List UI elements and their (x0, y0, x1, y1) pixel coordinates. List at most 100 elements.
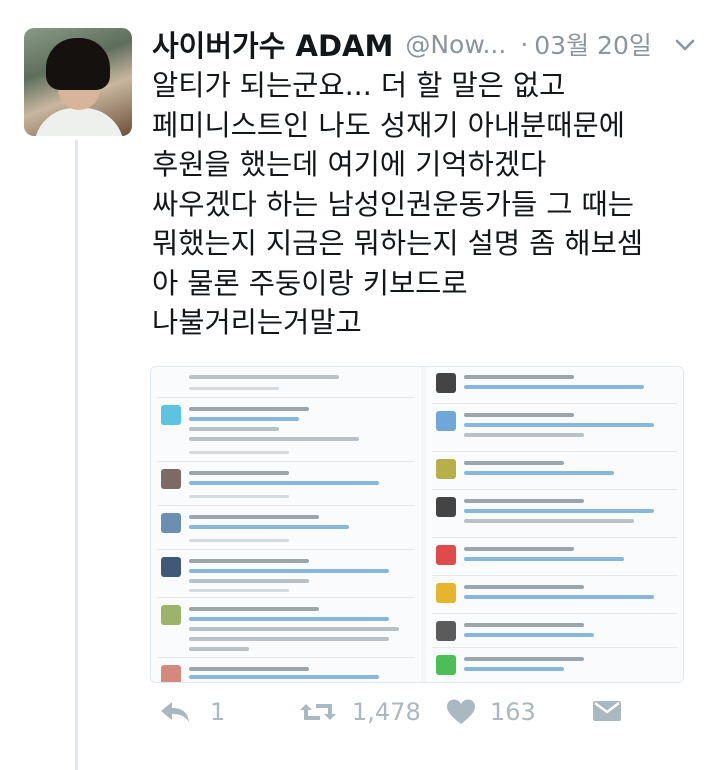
direct-message-button[interactable] (592, 698, 622, 724)
blurred-mention (464, 471, 614, 475)
blurred-name (464, 413, 574, 417)
avatar-shirt (34, 108, 124, 136)
chevron-down-icon[interactable] (674, 34, 696, 56)
blurred-avatar (436, 459, 456, 479)
avatar-hair (46, 38, 110, 90)
blurred-text (189, 375, 339, 379)
blurred-mention (464, 385, 644, 389)
screenshot-tweet-card (432, 579, 677, 614)
screenshot-tweet-card (432, 407, 677, 452)
blurred-mention (189, 569, 389, 573)
blurred-icons (189, 589, 289, 592)
like-button[interactable]: 163 (446, 698, 536, 726)
blurred-name (189, 407, 309, 411)
retweet-icon (300, 704, 336, 720)
blurred-mention (464, 667, 564, 671)
display-name[interactable]: 사이버가수 ADAM (152, 23, 393, 65)
blurred-mention (464, 633, 594, 637)
blurred-name (189, 559, 309, 563)
user-handle[interactable]: @Now... (405, 30, 506, 59)
blurred-text (464, 433, 584, 437)
blurred-text (189, 427, 279, 431)
screenshot-tweet-card (157, 401, 415, 462)
thread-line (75, 140, 78, 770)
screenshot-tweet-card (432, 651, 677, 681)
screenshot-tweet-card (157, 601, 415, 658)
blurred-avatar (161, 405, 181, 425)
blurred-avatar (436, 373, 456, 393)
tweet-header: 사이버가수 ADAM @Now... · 03월 20일 (152, 23, 712, 65)
screenshot-tweet-card (432, 541, 677, 576)
blurred-avatar (436, 545, 456, 565)
tweet-date[interactable]: 03월 20일 (534, 26, 652, 62)
screenshot-tweet-card (432, 369, 677, 404)
screenshot-tweet-card (432, 493, 677, 538)
separator: · (520, 29, 529, 59)
blurred-icons (189, 451, 289, 454)
blurred-name (189, 471, 289, 475)
heart-icon (447, 699, 475, 724)
blurred-avatar (161, 665, 181, 682)
blurred-text (189, 437, 359, 441)
blurred-name (464, 547, 574, 551)
avatar[interactable] (24, 28, 132, 136)
blurred-avatar (161, 557, 181, 577)
tweet-line: 뭐했는지 지금은 뭐하는지 설명 좀 해보셈 (152, 227, 644, 260)
blurred-text (189, 647, 249, 651)
blurred-avatar (161, 469, 181, 489)
blurred-mention (189, 617, 389, 621)
tweet-line: 아 물론 주둥이랑 키보드로 (152, 266, 468, 300)
screenshot-tweet-card (157, 367, 415, 398)
blurred-name (189, 667, 309, 671)
blurred-icons (189, 539, 289, 542)
blurred-avatar (436, 583, 456, 603)
tweet-line: 알티가 되는군요... 더 할 말은 없고 (152, 69, 566, 102)
blurred-text (189, 627, 399, 631)
blurred-text (189, 637, 389, 641)
screenshot-tweet-card (157, 553, 415, 598)
message-icon (593, 701, 621, 721)
reply-button[interactable]: 1 (158, 698, 225, 726)
reply-icon (161, 702, 189, 722)
blurred-mention (464, 557, 624, 561)
blurred-name (464, 657, 584, 661)
tweet-actions: 1 1,478 163 (150, 698, 710, 738)
screenshot-right-column (426, 367, 683, 682)
blurred-name (464, 623, 584, 627)
retweet-button[interactable]: 1,478 (298, 698, 421, 726)
blurred-avatar (161, 605, 181, 625)
blurred-icons (189, 387, 279, 390)
screenshot-tweet-card (157, 509, 415, 550)
blurred-avatar (436, 655, 456, 675)
blurred-text (189, 579, 309, 583)
screenshot-tweet-card (432, 617, 677, 648)
tweet-line: 후원을 했는데 여기에 기억하겠다 (152, 148, 547, 181)
blurred-avatar (436, 411, 456, 431)
blurred-name (464, 375, 574, 379)
blurred-mention (464, 509, 654, 513)
blurred-name (189, 607, 319, 611)
tweet-line: 싸우겠다 하는 남성인권운동가들 그 때는 (152, 187, 634, 221)
blurred-text (464, 519, 634, 523)
tweet-text: 알티가 되는군요... 더 할 말은 없고 페미니스트인 나도 성재기 아내분때… (152, 66, 712, 343)
screenshot-left-column (151, 367, 421, 682)
reply-count: 1 (210, 698, 226, 726)
blurred-name (464, 461, 564, 465)
blurred-avatar (436, 621, 456, 641)
tweet-line: 나불거리는거말고 (152, 306, 362, 339)
blurred-avatar (161, 513, 181, 533)
blurred-icons (189, 495, 289, 498)
screenshot-tweet-card (157, 465, 415, 506)
blurred-mention (464, 423, 654, 427)
attached-screenshot[interactable] (150, 366, 684, 683)
like-count: 163 (490, 698, 536, 726)
blurred-mention (189, 481, 379, 485)
retweet-count: 1,478 (352, 698, 421, 726)
blurred-mention (189, 525, 349, 529)
tweet-line: 페미니스트인 나도 성재기 아내분때문에 (152, 108, 625, 142)
blurred-mention (189, 417, 299, 421)
blurred-mention (464, 595, 654, 599)
blurred-mention (189, 675, 379, 679)
screenshot-tweet-card (432, 455, 677, 490)
blurred-name (464, 585, 584, 589)
